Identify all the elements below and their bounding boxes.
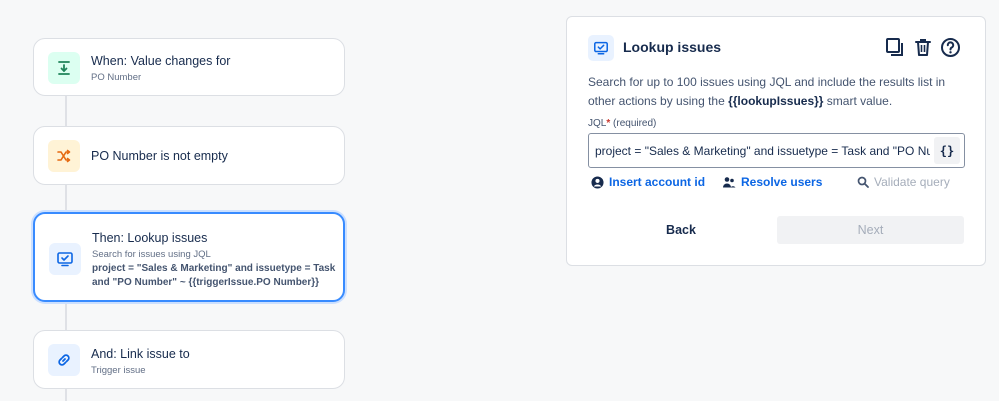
duplicate-button[interactable] [884,36,906,58]
search-icon [857,176,869,188]
lookup-card-title: Then: Lookup issues [92,231,208,245]
help-button[interactable] [939,36,961,58]
lookup-card-jql: project = "Sales & Marketing" and issuet… [92,263,336,288]
link-card-subtitle: Trigger issue [91,365,146,376]
jql-label: JQL* (required) [588,118,656,129]
required-text: (required) [613,118,657,129]
required-star: * [606,118,611,129]
description-smart-value: {{lookupIssues}} [728,94,824,108]
validate-query-link[interactable]: Validate query [857,175,950,189]
condition-title: PO Number is not empty [91,149,228,163]
monitor-check-icon [57,252,73,267]
chain-connector-2 [65,185,67,212]
smart-value-button[interactable]: {} [934,137,960,164]
user-circle-icon [591,175,604,189]
link-card-title: And: Link issue to [91,347,190,361]
link-issue-card[interactable]: And: Link issue to Trigger issue [33,330,345,389]
chain-connector-4 [65,389,67,401]
people-icon [723,176,736,187]
trigger-icon-box [48,52,80,84]
panel-title: Lookup issues [623,39,722,55]
condition-icon-box [48,140,80,172]
trigger-card[interactable]: When: Value changes for PO Number [33,38,345,96]
back-button[interactable]: Back [631,216,731,244]
insert-account-id-link[interactable]: Insert account id [591,175,705,189]
panel-description: Search for up to 100 issues using JQL an… [588,73,968,111]
link-icon [58,354,70,366]
panel-icon-box [588,35,614,61]
trigger-title: When: Value changes for [91,54,231,68]
insert-account-id-label: Insert account id [609,175,706,189]
validate-query-label: Validate query [874,175,950,189]
condition-card[interactable]: PO Number is not empty [33,126,345,185]
help-icon [940,37,960,57]
link-icon-box [48,344,80,376]
chain-connector-3 [65,302,67,330]
field-change-icon [58,61,70,75]
duplicate-icon [886,38,903,56]
shuffle-icon [57,149,71,163]
lookup-issues-card[interactable]: Then: Lookup issues Search for issues us… [33,212,345,302]
trigger-subtitle: PO Number [91,72,142,83]
jql-input-value[interactable]: project = "Sales & Marketing" and issuet… [595,144,930,158]
jql-label-text: JQL [588,118,607,129]
resolve-users-label: Resolve users [741,175,823,189]
lookup-icon-box [49,243,81,275]
chain-connector-1 [65,96,67,126]
description-suffix: smart value. [823,94,893,108]
lookup-issues-panel: Lookup issues Search for up to 100 issue… [566,16,986,266]
monitor-check-icon [594,41,608,55]
next-button[interactable]: Next [777,216,964,244]
delete-button[interactable] [912,36,934,58]
lookup-card-subtitle: Search for issues using JQL [92,249,211,260]
trash-icon [915,39,931,56]
resolve-users-link[interactable]: Resolve users [722,175,822,189]
jql-input[interactable]: project = "Sales & Marketing" and issuet… [588,133,965,168]
